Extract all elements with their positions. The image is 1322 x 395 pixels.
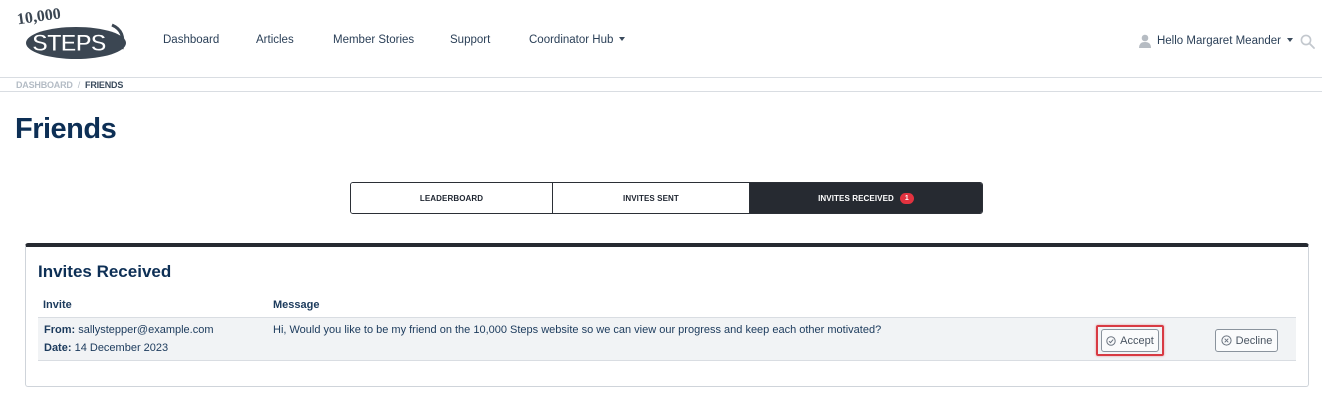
invite-message: Hi, Would you like to be my friend on th… bbox=[273, 324, 882, 336]
breadcrumb-separator: / bbox=[77, 79, 81, 90]
chevron-down-icon bbox=[619, 36, 626, 41]
panel-title: Invites Received bbox=[38, 262, 172, 281]
tab-invites-received[interactable]: INVITES RECEIVED 1 bbox=[749, 183, 982, 213]
count-badge: 1 bbox=[899, 192, 914, 204]
decline-label: Decline bbox=[1235, 334, 1273, 347]
nav-dashboard[interactable]: Dashboard bbox=[163, 34, 219, 46]
user-greeting: Hello Margaret Meander bbox=[1156, 35, 1281, 47]
tab-leaderboard[interactable]: LEADERBOARD bbox=[351, 183, 552, 213]
divider bbox=[0, 91, 1322, 92]
tab-label: INVITES SENT bbox=[623, 193, 679, 203]
close-circle-icon bbox=[1221, 335, 1232, 346]
date-value: 14 December 2023 bbox=[74, 342, 169, 354]
breadcrumb-dashboard[interactable]: DASHBOARD bbox=[16, 80, 73, 90]
10000-steps-logo[interactable]: 10,000 STEPS bbox=[14, 3, 130, 63]
user-menu[interactable]: Hello Margaret Meander bbox=[1138, 32, 1293, 50]
date-label: Date: bbox=[44, 342, 72, 354]
nav-member-stories[interactable]: Member Stories bbox=[333, 34, 414, 46]
invite-from: From: sallystepper@example.com bbox=[44, 324, 214, 336]
chevron-down-icon bbox=[1287, 38, 1293, 42]
breadcrumb: DASHBOARD / FRIENDS bbox=[16, 78, 123, 91]
svg-text:STEPS: STEPS bbox=[32, 30, 107, 57]
user-icon bbox=[1138, 34, 1151, 48]
invites-received-panel: Invites Received Invite Message From: sa… bbox=[25, 243, 1309, 387]
tab-label: LEADERBOARD bbox=[419, 193, 484, 203]
table-row: From: sallystepper@example.com Date: 14 … bbox=[38, 317, 1296, 361]
from-label: From: bbox=[44, 324, 76, 336]
nav-support[interactable]: Support bbox=[450, 34, 490, 46]
breadcrumb-current: FRIENDS bbox=[85, 79, 124, 90]
page-title: Friends bbox=[15, 113, 117, 145]
nav-articles[interactable]: Articles bbox=[256, 34, 294, 46]
check-circle-icon bbox=[1106, 335, 1116, 346]
invite-date: Date: 14 December 2023 bbox=[44, 342, 168, 354]
accept-button[interactable]: Accept bbox=[1101, 329, 1159, 352]
from-email: sallystepper@example.com bbox=[78, 324, 214, 336]
search-icon[interactable] bbox=[1300, 34, 1315, 49]
accept-label: Accept bbox=[1120, 334, 1154, 347]
column-header-message: Message bbox=[273, 299, 320, 311]
nav-coordinator-hub[interactable]: Coordinator Hub bbox=[529, 34, 626, 46]
tab-label: INVITES RECEIVED bbox=[818, 193, 894, 203]
decline-button[interactable]: Decline bbox=[1215, 329, 1278, 352]
nav-coordinator-hub-label: Coordinator Hub bbox=[529, 34, 614, 46]
accept-highlight: Accept bbox=[1096, 325, 1164, 356]
friends-tabs: LEADERBOARD INVITES SENT INVITES RECEIVE… bbox=[350, 182, 983, 214]
site-header: 10,000 STEPS Dashboard Articles Member S… bbox=[0, 0, 1322, 78]
svg-text:10,000: 10,000 bbox=[16, 5, 62, 28]
tab-invites-sent[interactable]: INVITES SENT bbox=[552, 183, 749, 213]
column-header-invite: Invite bbox=[43, 299, 72, 311]
